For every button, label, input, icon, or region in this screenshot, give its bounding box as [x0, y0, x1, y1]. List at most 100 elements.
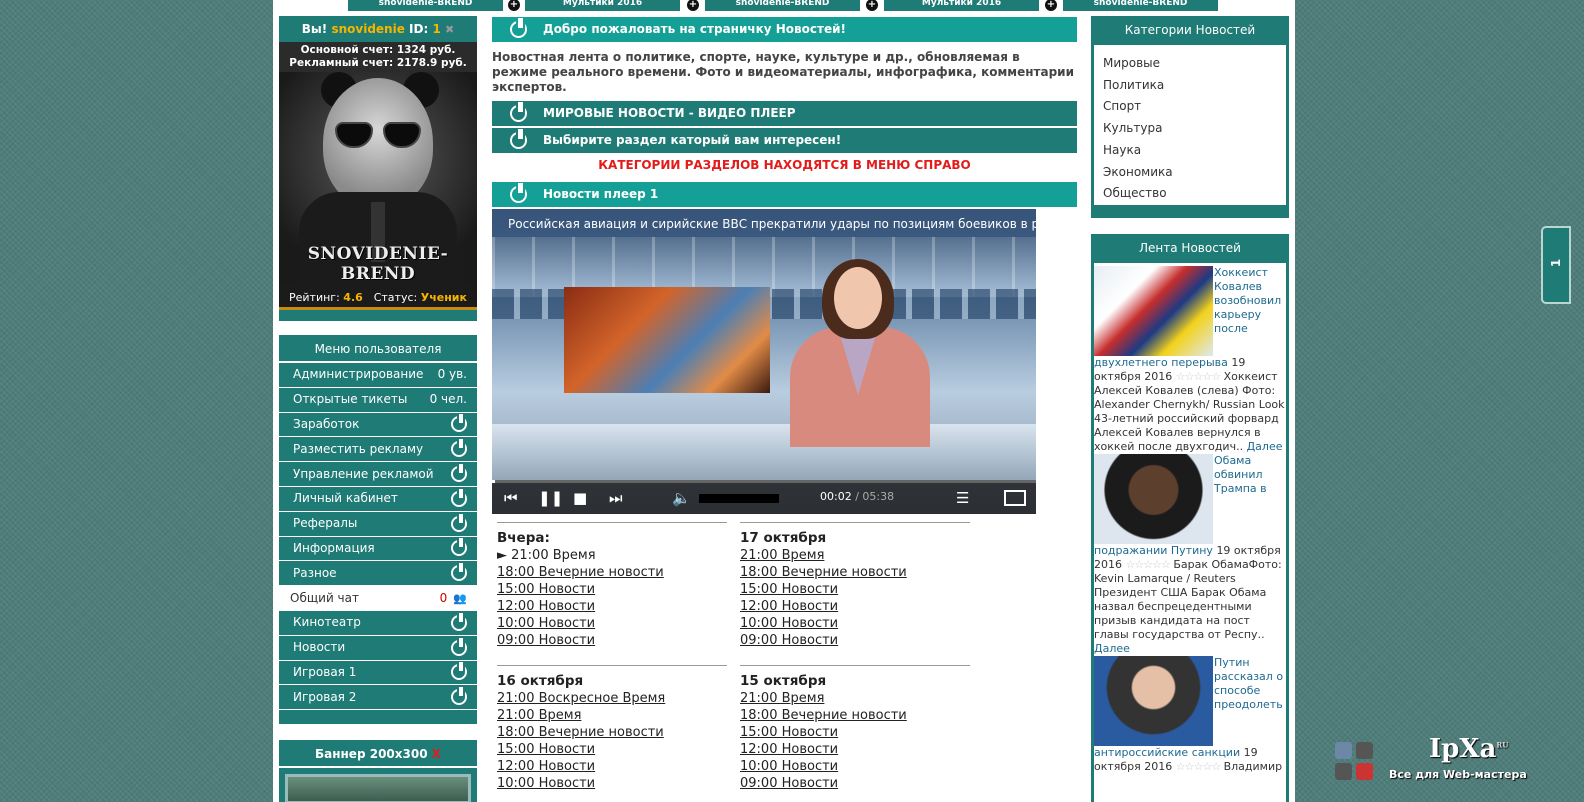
- schedule-link[interactable]: 10:00 Новости: [740, 615, 970, 632]
- schedule-link[interactable]: 10:00 Новости: [497, 615, 727, 632]
- stop-icon[interactable]: ■: [573, 490, 587, 506]
- rating-stars-icon[interactable]: ☆☆☆☆☆: [1176, 370, 1221, 383]
- schedule-link[interactable]: 15:00 Новости: [497, 581, 727, 598]
- user-menu-item[interactable]: Информация: [279, 536, 477, 562]
- schedule-link[interactable]: 21:00 Время: [740, 547, 970, 564]
- schedule-link[interactable]: 21:00 Время: [497, 707, 727, 724]
- user-menu-item[interactable]: Администрирование 0 ув.: [279, 363, 477, 388]
- schedule-link[interactable]: ► 21:00 Время: [497, 547, 727, 564]
- user-menu-item-meta: [451, 464, 467, 483]
- user-menu-item[interactable]: Игровая 2: [279, 685, 477, 711]
- plus-icon[interactable]: +: [508, 0, 520, 11]
- choose-section-bar[interactable]: Выбирите раздел каторый вам интересен!: [492, 128, 1077, 153]
- user-menu-item[interactable]: Разместить рекламу: [279, 437, 477, 463]
- banner-close-button[interactable]: X: [432, 747, 441, 761]
- main-content: Добро пожаловать на страничку Новостей! …: [492, 17, 1077, 791]
- schedule-divider: [740, 522, 970, 523]
- schedule-link[interactable]: 21:00 Воскресное Время: [497, 690, 727, 707]
- previous-icon[interactable]: ⏮: [504, 490, 518, 506]
- banner-image[interactable]: [285, 774, 471, 802]
- schedule-link[interactable]: 12:00 Новости: [740, 598, 970, 615]
- schedule-link[interactable]: 09:00 Новости: [497, 632, 727, 649]
- accounts: Основной счет: 1324 руб. Рекламный счет:…: [279, 42, 477, 72]
- user-menu-item[interactable]: Разное: [279, 561, 477, 587]
- rating-stars-icon[interactable]: ☆☆☆☆☆: [1176, 760, 1221, 773]
- schedule-link[interactable]: 15:00 Новости: [740, 581, 970, 598]
- playlist-icon[interactable]: ☰: [956, 490, 969, 506]
- schedule-link[interactable]: 10:00 Новости: [497, 775, 727, 792]
- user-menu-item[interactable]: Управление рекламой: [279, 462, 477, 487]
- user-menu: Меню пользователя Администрирование 0 ув.…: [279, 335, 477, 725]
- user-menu-item[interactable]: Личный кабинет: [279, 486, 477, 512]
- user-menu-item-meta: [451, 439, 467, 458]
- news-item: Хоккеист Ковалев возобновил карьеру посл…: [1094, 266, 1286, 454]
- user-menu-item[interactable]: Новости: [279, 635, 477, 661]
- category-link[interactable]: Культура: [1103, 118, 1286, 140]
- top-nav-tab[interactable]: Мультики 2016: [884, 0, 1039, 11]
- top-nav-tab[interactable]: snovidenie-BREND: [1063, 0, 1218, 11]
- power-icon: [510, 18, 527, 38]
- schedule-link[interactable]: 09:00 Новости: [740, 775, 970, 792]
- fullscreen-icon[interactable]: [1004, 490, 1026, 506]
- plus-icon[interactable]: +: [1045, 0, 1057, 11]
- schedule-link[interactable]: 15:00 Новости: [740, 724, 970, 741]
- progress-fill: [492, 480, 496, 483]
- category-link[interactable]: Общество: [1103, 183, 1286, 205]
- user-menu-item[interactable]: Рефералы: [279, 511, 477, 537]
- side-tab[interactable]: 1: [1541, 226, 1571, 304]
- schedule-link[interactable]: 15:00 Новости: [497, 741, 727, 758]
- schedule-link[interactable]: 18:00 Вечерние новости: [740, 707, 970, 724]
- category-link[interactable]: Мировые: [1103, 53, 1286, 75]
- ipxa-tagline: Все для Web-мастера: [1389, 768, 1527, 781]
- news-thumbnail[interactable]: [1094, 266, 1213, 356]
- user-menu-item[interactable]: Кинотеатр: [279, 610, 477, 636]
- news-thumbnail[interactable]: [1094, 454, 1213, 544]
- schedule-link[interactable]: 12:00 Новости: [740, 741, 970, 758]
- category-link[interactable]: Экономика: [1103, 162, 1286, 184]
- top-nav-tab[interactable]: Мультики 2016: [525, 0, 680, 11]
- schedule-link[interactable]: 12:00 Новости: [497, 758, 727, 775]
- video-player[interactable]: Российская авиация и сирийские ВВС прекр…: [492, 209, 1036, 514]
- volume-icon[interactable]: 🔈: [672, 490, 691, 506]
- username[interactable]: snovidenie: [331, 22, 404, 36]
- category-link[interactable]: Спорт: [1103, 96, 1286, 118]
- news-more-link[interactable]: Далее: [1247, 440, 1283, 453]
- plus-icon[interactable]: +: [866, 0, 878, 11]
- power-icon: [451, 637, 467, 656]
- logout-icon[interactable]: ✖: [445, 23, 454, 36]
- category-link[interactable]: Наука: [1103, 140, 1286, 162]
- schedule-link[interactable]: 09:00 Новости: [740, 632, 970, 649]
- schedule-link[interactable]: 18:00 Вечерние новости: [740, 564, 970, 581]
- top-nav-tab[interactable]: snovidenie-BREND: [705, 0, 860, 11]
- progress-bar[interactable]: [492, 480, 1036, 483]
- news-thumbnail[interactable]: [1094, 656, 1213, 746]
- video-ticker: Российская авиация и сирийские ВВС прекр…: [492, 209, 1036, 237]
- user-menu-item-label: Игровая 2: [293, 689, 357, 704]
- category-link[interactable]: Политика: [1103, 75, 1286, 97]
- user-menu-item-meta: 0 👥: [440, 587, 467, 610]
- choose-section-text: Выбирите раздел каторый вам интересен!: [543, 133, 842, 147]
- avatar[interactable]: SNOVIDENIE-BREND: [279, 72, 477, 286]
- schedule-link[interactable]: 18:00 Вечерние новости: [497, 564, 727, 581]
- user-menu-item[interactable]: Заработок: [279, 412, 477, 438]
- world-news-bar[interactable]: МИРОВЫЕ НОВОСТИ - ВИДЕО ПЛЕЕР: [492, 101, 1077, 126]
- schedule-link[interactable]: 12:00 Новости: [497, 598, 727, 615]
- next-icon[interactable]: ⏭: [609, 490, 623, 506]
- ipxa-logo: IpXaRU: [1429, 734, 1508, 764]
- rating-stars-icon[interactable]: ☆☆☆☆☆: [1126, 558, 1171, 571]
- schedule-link[interactable]: 18:00 Вечерние новости: [497, 724, 727, 741]
- pause-icon[interactable]: ❚❚: [538, 490, 563, 506]
- power-icon: [451, 464, 467, 483]
- plus-icon[interactable]: +: [687, 0, 699, 11]
- ipxa-logo-sup: RU: [1496, 740, 1509, 750]
- schedule-link[interactable]: 10:00 Новости: [740, 758, 970, 775]
- power-icon: [510, 129, 527, 149]
- top-nav-tab[interactable]: snovidenie-BREND: [348, 0, 503, 11]
- user-menu-item[interactable]: Игровая 1: [279, 660, 477, 686]
- ipxa-widget[interactable]: IpXaRU Все для Web-мастера: [1333, 734, 1533, 788]
- volume-slider[interactable]: [699, 494, 779, 503]
- schedule-link[interactable]: 21:00 Время: [740, 690, 970, 707]
- user-menu-item[interactable]: Открытые тикеты 0 чел.: [279, 387, 477, 413]
- news-more-link[interactable]: Далее: [1094, 642, 1130, 655]
- user-menu-item[interactable]: Общий чат 0 👥: [279, 586, 477, 611]
